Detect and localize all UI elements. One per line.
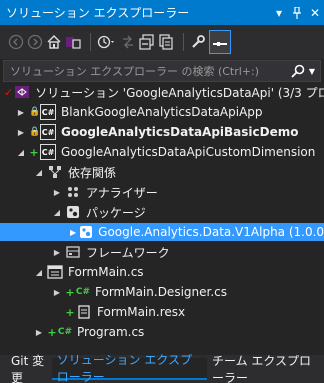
tree-item-label: 依存関係 <box>68 165 117 180</box>
tree-item-formmain-designer[interactable]: ▶ + C# FormMain.Designer.cs <box>0 283 324 301</box>
csharp-file-icon: C# <box>75 287 91 297</box>
windows-form-icon <box>47 264 63 280</box>
tab-git-changes[interactable]: Git 変更 <box>6 354 52 383</box>
pin-icon[interactable] <box>288 3 306 23</box>
sync-active-document-icon[interactable] <box>120 30 136 54</box>
collapse-icon[interactable]: ◢ <box>16 148 26 157</box>
pending-changes-filter-icon[interactable] <box>97 30 117 54</box>
tree-item-frameworks[interactable]: ▶ フレームワーク <box>0 243 324 261</box>
tree-item-program-cs[interactable]: ▶ + C# Program.cs <box>0 323 324 341</box>
tab-solution-explorer[interactable]: ソリューション エクスプローラー <box>51 353 207 383</box>
tree-item-dependencies[interactable]: ◢ 依存関係 <box>0 163 324 181</box>
package-icon <box>65 204 81 220</box>
properties-wrench-icon[interactable] <box>190 30 206 54</box>
nuget-package-icon <box>79 224 93 240</box>
forward-icon[interactable] <box>27 30 43 54</box>
git-added-icon: + <box>65 305 75 319</box>
chevron-down-icon: ▼ <box>308 66 316 76</box>
tree-item-project-blank[interactable]: ▶ 🔒 C# BlankGoogleAnalyticsDataApiApp <box>0 103 324 121</box>
git-check-icon: ✓ <box>4 85 14 99</box>
tree-item-label: FormMain.cs <box>68 265 144 279</box>
tab-team-explorer[interactable]: チーム エクスプローラー <box>207 354 324 383</box>
expand-icon[interactable]: ▶ <box>16 108 26 117</box>
toolbar <box>0 25 324 59</box>
home-icon[interactable] <box>46 30 62 54</box>
tree-item-formmain-cs[interactable]: ◢ FormMain.cs <box>0 263 324 281</box>
expand-icon[interactable]: ▶ <box>52 248 62 257</box>
git-added-icon: + <box>65 285 75 299</box>
expand-icon[interactable]: ▶ <box>16 128 26 137</box>
close-icon[interactable]: ✕ <box>306 3 324 23</box>
tree-item-label: Program.cs <box>77 325 145 339</box>
search-box: ▼ <box>3 60 321 82</box>
title-bar: ソリューション エクスプローラー ▾ ✕ <box>0 0 324 25</box>
tree-item-label: フレームワーク <box>86 245 170 260</box>
analyzer-icon <box>65 184 81 200</box>
preview-selected-items-icon[interactable] <box>209 30 231 54</box>
tree-item-label: FormMain.resx <box>97 305 186 319</box>
tree-item-label: パッケージ <box>86 205 146 220</box>
collapse-icon[interactable]: ◢ <box>52 208 62 217</box>
tree-item-label: ソリューション 'GoogleAnalyticsDataApi' (3/3 プロ… <box>35 85 324 100</box>
csharp-project-icon: C# <box>40 144 56 160</box>
git-added-icon: + <box>29 145 39 159</box>
dropdown-icon[interactable]: ▾ <box>270 3 288 23</box>
expand-icon[interactable]: ▶ <box>52 288 62 297</box>
solution-icon <box>14 84 30 100</box>
lock-icon: 🔒 <box>29 107 41 117</box>
tree-item-project-custom-dimension[interactable]: ◢ + C# GoogleAnalyticsDataApiCustomDimen… <box>0 143 324 161</box>
git-added-icon: + <box>47 325 57 339</box>
collapse-all-icon[interactable] <box>139 30 155 54</box>
tree-item-label: GoogleAnalyticsDataApiBasicDemo <box>61 125 299 139</box>
csharp-project-icon: C# <box>40 124 56 140</box>
tree-item-label: FormMain.Designer.cs <box>95 285 227 299</box>
back-icon[interactable] <box>8 30 24 54</box>
show-all-files-icon[interactable] <box>158 30 174 54</box>
tree-item-label: Google.Analytics.Data.V1Alpha (1.0.0- <box>98 225 324 239</box>
expand-icon[interactable]: ▶ <box>70 228 76 237</box>
tree-item-solution[interactable]: ✓ ソリューション 'GoogleAnalyticsDataApi' (3/3 … <box>0 83 324 101</box>
lock-icon: 🔒 <box>29 127 41 137</box>
tree-item-label: アナライザー <box>86 185 158 200</box>
tree-item-project-basic-demo[interactable]: ▶ 🔒 C# GoogleAnalyticsDataApiBasicDemo <box>0 123 324 141</box>
tree-item-label: BlankGoogleAnalyticsDataApiApp <box>61 105 263 119</box>
search-options[interactable]: ▼ <box>286 64 320 78</box>
collapse-icon[interactable]: ◢ <box>34 268 44 277</box>
search-input[interactable] <box>10 64 286 78</box>
bottom-tab-bar: Git 変更 ソリューション エクスプローラー チーム エクスプローラー <box>0 353 324 383</box>
csharp-project-icon: C# <box>40 104 56 120</box>
resource-file-icon <box>76 304 92 320</box>
collapse-icon[interactable]: ◢ <box>34 168 44 177</box>
toolbar-separator <box>183 33 184 51</box>
framework-icon <box>65 244 81 260</box>
expand-icon[interactable]: ▶ <box>34 328 44 337</box>
csharp-file-icon: C# <box>57 327 73 337</box>
tree-item-analyzers[interactable]: ▶ アナライザー <box>0 183 324 201</box>
dependencies-icon <box>47 164 63 180</box>
tree-item-package-google-analytics[interactable]: ▶ Google.Analytics.Data.V1Alpha (1.0.0- <box>0 223 324 241</box>
tree-item-formmain-resx[interactable]: + FormMain.resx <box>0 303 324 321</box>
solution-tree: ✓ ソリューション 'GoogleAnalyticsDataApi' (3/3 … <box>0 83 324 353</box>
tree-item-packages[interactable]: ◢ パッケージ <box>0 203 324 221</box>
switch-views-icon[interactable] <box>65 30 81 54</box>
window-title: ソリューション エクスプローラー <box>6 6 190 20</box>
toolbar-separator <box>90 33 91 51</box>
search-icon <box>291 64 305 78</box>
tree-item-label: GoogleAnalyticsDataApiCustomDimension <box>61 145 316 159</box>
expand-icon[interactable]: ▶ <box>52 188 62 197</box>
